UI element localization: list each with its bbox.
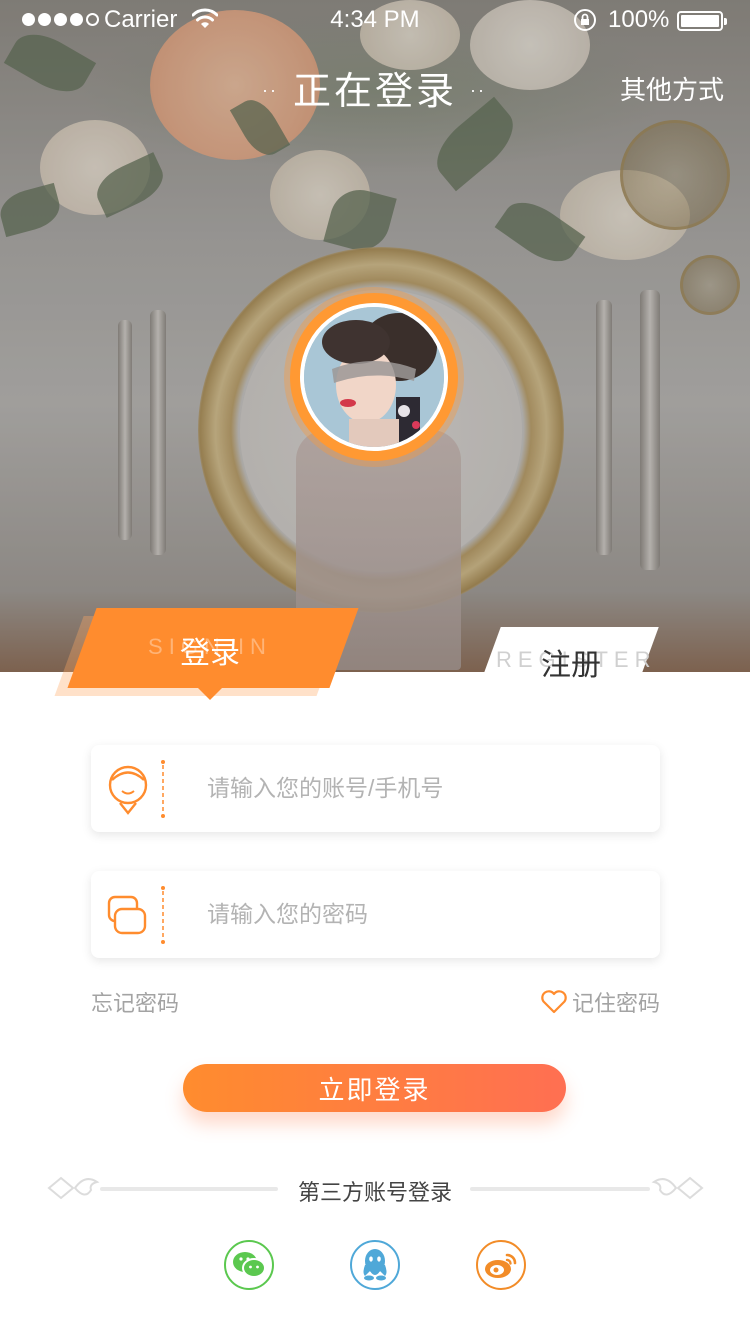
account-field[interactable] (91, 745, 660, 832)
avatar-portrait (304, 307, 444, 447)
avatar[interactable] (300, 303, 448, 451)
login-screen: Carrier 4:34 PM 100% ·· 正在登录 ·· 其他方式 SIG… (0, 0, 750, 1334)
login-button[interactable]: 立即登录 (183, 1064, 566, 1112)
avatar-ring (290, 293, 458, 461)
qq-icon (363, 1249, 387, 1281)
lock-icon (574, 9, 596, 31)
heart-icon (541, 990, 567, 1014)
tab-register-label[interactable]: 注册 (496, 640, 646, 684)
wechat-icon (233, 1252, 266, 1278)
ornament-right (651, 1176, 704, 1200)
field-divider (161, 886, 165, 944)
battery-icon (677, 11, 727, 31)
third-party-title: 第三方账号登录 (297, 1180, 452, 1205)
password-input[interactable] (205, 871, 645, 958)
field-divider (161, 760, 165, 818)
battery-percent: 100% (608, 6, 670, 33)
weibo-icon (485, 1253, 517, 1278)
tab-login-pointer (196, 686, 224, 700)
account-input[interactable] (205, 745, 645, 832)
remember-password-label: 记住密码 (571, 991, 660, 1016)
title-decor-right: ·· (470, 80, 486, 100)
other-methods-link[interactable]: 其他方式 (620, 70, 724, 107)
password-icon (107, 895, 147, 935)
remember-password-toggle[interactable]: 记住密码 (540, 986, 660, 1018)
password-field[interactable] (91, 871, 660, 958)
divider-right (470, 1187, 650, 1191)
forgot-password-link[interactable]: 忘记密码 (91, 986, 179, 1018)
weibo-login-button[interactable] (476, 1240, 526, 1290)
qq-login-button[interactable] (350, 1240, 400, 1290)
wechat-login-button[interactable] (224, 1240, 274, 1290)
user-icon (108, 765, 148, 815)
status-bar: Carrier 4:34 PM 100% (0, 0, 750, 40)
tab-login-label[interactable]: 登录 (110, 628, 310, 672)
